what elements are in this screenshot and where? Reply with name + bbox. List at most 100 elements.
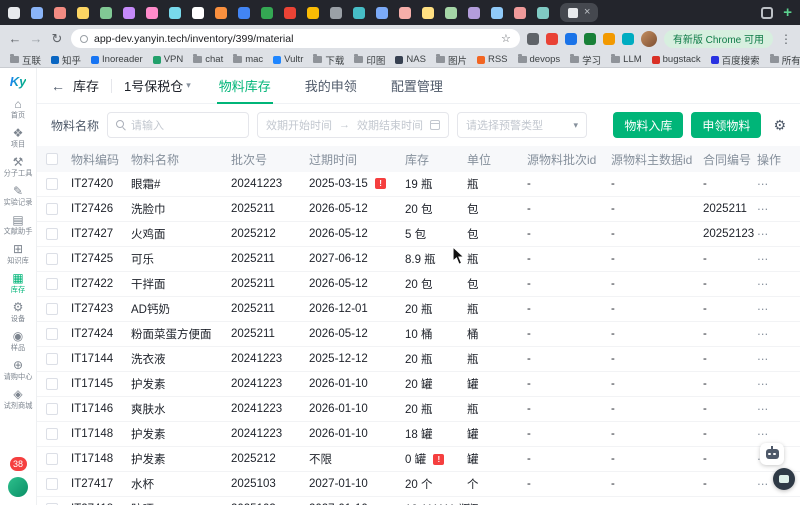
extension-icon[interactable]: [622, 33, 634, 45]
claim-material-button[interactable]: 申领物料: [691, 112, 761, 138]
row-checkbox[interactable]: [46, 378, 58, 390]
chrome-update-chip[interactable]: 有新版 Chrome 可用: [664, 30, 773, 48]
bookmark-item[interactable]: LLM: [611, 54, 641, 65]
row-actions-button[interactable]: ⋯: [757, 377, 797, 391]
row-actions-button[interactable]: ⋯: [757, 277, 797, 291]
bookmark-item[interactable]: Inoreader: [91, 54, 143, 65]
row-checkbox[interactable]: [46, 228, 58, 240]
bookmark-item[interactable]: Vultr: [273, 54, 303, 65]
extension-icon[interactable]: [527, 33, 539, 45]
bookmark-item[interactable]: 下载: [313, 53, 344, 67]
browser-tab-favicon[interactable]: [468, 7, 480, 19]
row-actions-button[interactable]: ⋯: [757, 302, 797, 316]
material-name-input[interactable]: 请输入: [107, 112, 249, 138]
sidebar-item[interactable]: ▦ 库存: [10, 272, 26, 294]
row-actions-button[interactable]: ⋯: [757, 177, 797, 191]
extension-icon[interactable]: [603, 33, 615, 45]
row-actions-button[interactable]: ⋯: [757, 227, 797, 241]
sidebar-item[interactable]: ◉ 样品: [10, 330, 26, 352]
table-row[interactable]: IT27423 AD钙奶 2025211 2026-12-01 20 瓶: [37, 297, 800, 322]
forward-icon[interactable]: →: [29, 31, 43, 46]
tab-overview-icon[interactable]: [761, 7, 773, 19]
row-checkbox[interactable]: [46, 253, 58, 265]
row-actions-button[interactable]: ⋯: [757, 427, 797, 441]
browser-tab-favicon[interactable]: [353, 7, 365, 19]
table-row[interactable]: IT27427 火鸡面 2025212 2026-05-12 5 包: [37, 222, 800, 247]
browser-tab-favicon[interactable]: [215, 7, 227, 19]
bookmark-star-icon[interactable]: ☆: [501, 32, 511, 45]
table-row[interactable]: IT17148 护发素 2025212 不限 0 罐 ! 罐: [37, 447, 800, 472]
browser-tab-favicon[interactable]: [422, 7, 434, 19]
table-row[interactable]: IT27418 防晒 2025103 2027-01-10 18.111111 …: [37, 497, 800, 505]
table-row[interactable]: IT27426 洗脸巾 2025211 2026-05-12 20 包: [37, 197, 800, 222]
browser-tab-favicon[interactable]: [77, 7, 89, 19]
row-checkbox[interactable]: [46, 278, 58, 290]
row-checkbox[interactable]: [46, 428, 58, 440]
reload-icon[interactable]: ↻: [50, 31, 64, 47]
bookmark-item[interactable]: VPN: [153, 54, 184, 65]
row-checkbox[interactable]: [46, 303, 58, 315]
site-info-icon[interactable]: [80, 35, 88, 43]
browser-tab-favicon[interactable]: [123, 7, 135, 19]
browser-tab-favicon[interactable]: [31, 7, 43, 19]
new-tab-icon[interactable]: +: [783, 5, 792, 20]
back-icon[interactable]: ←: [8, 31, 22, 46]
warehouse-selector[interactable]: 1号保税仓 ▾: [124, 76, 191, 95]
row-checkbox[interactable]: [46, 203, 58, 215]
row-checkbox[interactable]: [46, 403, 58, 415]
table-row[interactable]: IT17146 爽肤水 20241223 2026-01-10 20 瓶: [37, 397, 800, 422]
browser-tab-favicon[interactable]: [307, 7, 319, 19]
extension-icon[interactable]: [546, 33, 558, 45]
browser-tab-favicon[interactable]: [146, 7, 158, 19]
row-checkbox[interactable]: [46, 353, 58, 365]
page-back-icon[interactable]: ←: [51, 78, 65, 94]
tab-close-icon[interactable]: ×: [584, 7, 590, 18]
sidebar-item[interactable]: ⊞ 知识库: [6, 243, 30, 265]
browser-tab-favicon[interactable]: [169, 7, 181, 19]
support-chat-widget[interactable]: [773, 468, 795, 490]
table-row[interactable]: IT27424 粉面菜蛋方便面 2025211 2026-05-12 10 桶: [37, 322, 800, 347]
table-row[interactable]: IT17145 护发素 20241223 2026-01-10 20 罐: [37, 372, 800, 397]
all-bookmarks-button[interactable]: 所有书签: [770, 53, 800, 67]
row-checkbox[interactable]: [46, 453, 58, 465]
browser-tab-favicon[interactable]: [399, 7, 411, 19]
assistant-robot-widget[interactable]: [760, 443, 784, 465]
table-row[interactable]: IT27420 眼霜# 20241223 2025-03-15 ! 19 瓶: [37, 172, 800, 197]
extension-icon[interactable]: [584, 33, 596, 45]
sidebar-item[interactable]: ❖ 项目: [10, 127, 26, 149]
browser-tab-favicon[interactable]: [284, 7, 296, 19]
bookmark-item[interactable]: devops: [518, 54, 561, 65]
expiry-date-range-picker[interactable]: 效期开始时间 → 效期结束时间: [257, 112, 449, 138]
browser-tab-favicon[interactable]: [537, 7, 549, 19]
page-tab[interactable]: 配置管理: [389, 68, 445, 103]
material-inbound-button[interactable]: 物料入库: [613, 112, 683, 138]
browser-tab-favicon[interactable]: [192, 7, 204, 19]
bookmark-item[interactable]: 知乎: [51, 53, 81, 67]
row-actions-button[interactable]: ⋯: [757, 352, 797, 366]
select-all-checkbox[interactable]: [46, 153, 58, 165]
browser-tab-favicon[interactable]: [330, 7, 342, 19]
address-bar[interactable]: app-dev.yanyin.tech/inventory/399/materi…: [71, 29, 520, 48]
url-text[interactable]: app-dev.yanyin.tech/inventory/399/materi…: [94, 33, 495, 45]
page-back-label[interactable]: 库存: [73, 76, 99, 95]
row-checkbox[interactable]: [46, 328, 58, 340]
browser-menu-icon[interactable]: ⋮: [780, 32, 792, 46]
user-avatar[interactable]: [8, 477, 28, 497]
notification-badge[interactable]: 38: [10, 457, 27, 471]
app-logo[interactable]: Ky: [10, 74, 27, 89]
extension-icon[interactable]: [565, 33, 577, 45]
browser-tab-favicon[interactable]: [376, 7, 388, 19]
browser-tab-favicon[interactable]: [100, 7, 112, 19]
bookmark-item[interactable]: 印图: [354, 53, 385, 67]
bookmark-item[interactable]: NAS: [395, 54, 426, 65]
table-row[interactable]: IT27417 水杯 2025103 2027-01-10 20 个: [37, 472, 800, 497]
browser-tab-favicon[interactable]: [238, 7, 250, 19]
browser-profile-avatar[interactable]: [641, 31, 657, 47]
sidebar-item[interactable]: ✎ 实验记录: [2, 185, 34, 207]
sidebar-item[interactable]: ⚒ 分子工具: [2, 156, 34, 178]
sidebar-item[interactable]: ▤ 文献助手: [2, 214, 34, 236]
browser-tab-favicon[interactable]: [514, 7, 526, 19]
sidebar-item[interactable]: ◈ 试剂商城: [2, 388, 34, 410]
table-row[interactable]: IT17144 洗衣液 20241223 2025-12-12 20 瓶: [37, 347, 800, 372]
bookmark-item[interactable]: 百度搜索: [711, 53, 760, 67]
